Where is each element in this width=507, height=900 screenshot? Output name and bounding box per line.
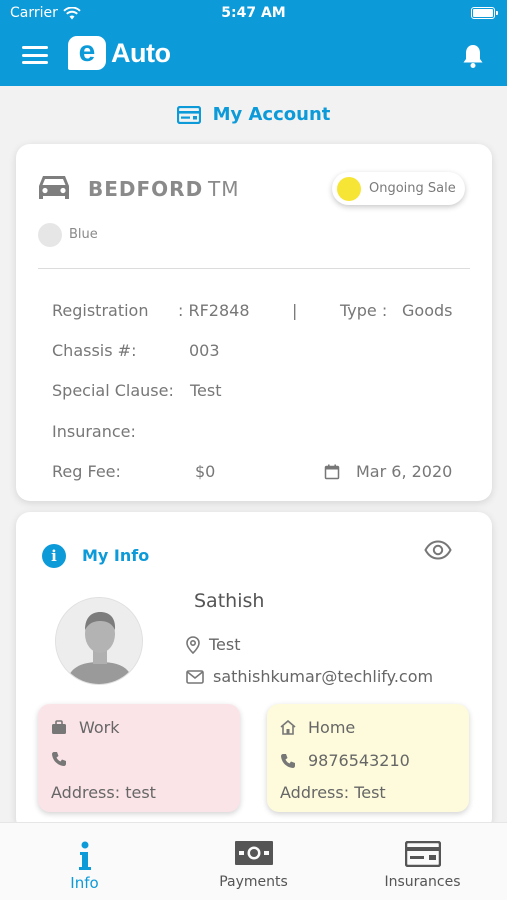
home-address-card[interactable]: Home 9876543210 Address: Test [267,704,469,812]
logo-word: Auto [111,37,171,68]
user-location: Test [186,635,241,654]
special-clause-label: Special Clause: [52,381,174,400]
work-phone [51,751,79,767]
calendar-icon [324,464,340,480]
row-separator: | [292,301,298,320]
card-icon [404,841,441,867]
vehicle-model: TM [208,177,240,201]
special-clause-value: Test [190,381,222,400]
user-location-text: Test [209,635,241,654]
home-phone-text: 9876543210 [308,751,410,770]
phone-icon [52,752,66,766]
bell-icon[interactable] [461,43,485,69]
status-bar: Carrier 5:47 AM [0,0,507,28]
tab-info-label: Info [70,874,99,892]
vehicle-color: Blue [69,227,98,242]
reg-fee-value: $0 [195,462,216,481]
status-badge[interactable]: Ongoing Sale [332,172,465,205]
mail-icon [186,669,204,684]
bottom-tab-bar: Info Payments Insurances [0,822,507,900]
vehicle-card[interactable]: BEDFORD TM Ongoing Sale Blue Registratio… [16,144,492,501]
avatar [55,597,143,685]
registration-label: Registration [52,301,149,320]
chassis-label: Chassis #: [52,341,137,360]
logo-letter: e [68,36,106,70]
account-card-icon [176,105,201,124]
work-address-card[interactable]: Work Address: test [38,704,240,812]
phone-icon [281,753,295,768]
registration-value: : RF2848 [178,301,250,320]
user-email-text: sathishkumar@techlify.com [213,667,434,686]
chassis-value: 003 [189,341,220,360]
home-icon [280,720,296,735]
work-label: Work [79,718,120,737]
location-pin-icon [186,635,200,654]
briefcase-icon [52,720,66,734]
app-header: Carrier 5:47 AM e Auto [0,0,507,86]
page-title-text: My Account [212,104,331,125]
tab-payments-label: Payments [219,874,288,890]
insurance-label: Insurance: [52,422,136,441]
home-phone: 9876543210 [280,751,410,770]
divider [38,268,470,269]
home-address: Address: Test [280,783,386,802]
info-icon [78,841,91,870]
tab-insurances[interactable]: Insurances [338,823,507,900]
user-email: sathishkumar@techlify.com [186,667,433,686]
color-swatch [38,223,62,247]
status-time: 5:47 AM [221,5,286,21]
info-circle-icon: i [42,544,66,568]
status-dot [337,176,361,201]
home-label: Home [308,718,356,737]
hamburger-menu-icon[interactable] [22,46,48,64]
nav-row: e Auto [0,30,507,80]
reg-fee-label: Reg Fee: [52,462,121,481]
eye-icon[interactable] [424,540,452,560]
work-address: Address: test [51,783,156,802]
tab-payments[interactable]: Payments [169,823,338,900]
my-info-card: i My Info Sathish Test sathishkumar@tech… [16,512,492,832]
app-logo: e Auto [68,36,171,70]
page-title: My Account [0,104,507,125]
type-value: Goods [402,301,453,320]
status-text: Ongoing Sale [369,181,456,196]
vehicle-make: BEDFORD [88,177,204,201]
money-icon [234,841,273,865]
person-avatar-icon [56,598,142,684]
registration-date: Mar 6, 2020 [356,462,453,481]
home-header: Home [280,718,355,737]
my-info-title: My Info [82,546,150,565]
user-name: Sathish [194,590,265,612]
car-icon [39,176,69,199]
tab-info[interactable]: Info [0,823,169,900]
work-header: Work [51,718,120,737]
battery-icon [471,7,498,19]
tab-insurances-label: Insurances [384,874,461,890]
type-label: Type : [340,301,388,320]
